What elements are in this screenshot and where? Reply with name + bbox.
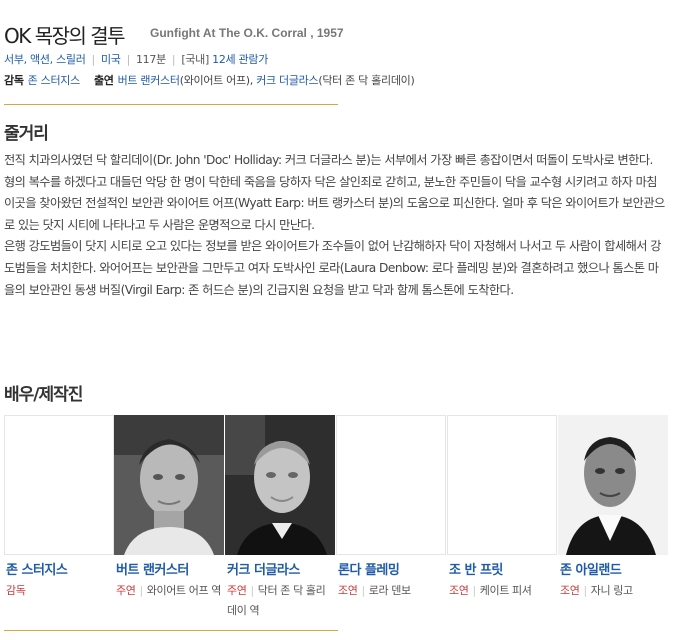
cast-card[interactable]: 론다 플레밍 조연 | 로라 덴보 xyxy=(336,415,446,627)
movie-header: OK 목장의 결투 Gunfight At The O.K. Corral , … xyxy=(4,20,669,48)
portrait-image xyxy=(114,415,224,555)
cast-role: 주연 | 와이어트 어프 역 xyxy=(116,584,222,597)
cast-photo-placeholder[interactable] xyxy=(447,415,557,555)
cast-role: 조연 | 케이트 피셔 xyxy=(449,584,532,597)
cast-label: 출연 xyxy=(93,74,114,87)
cast-role-type: 조연 xyxy=(449,584,469,597)
cast-name[interactable]: 커크 더글라스 xyxy=(227,559,300,578)
runtime: 117분 xyxy=(135,53,166,66)
cast-photo[interactable] xyxy=(225,415,335,555)
cast-card[interactable]: 버트 랜커스터 주연 | 와이어트 어프 역 xyxy=(114,415,224,627)
cast-character: 자니 링고 xyxy=(590,584,633,597)
actor-link-2[interactable]: 커크 더글라스 xyxy=(256,74,318,87)
cast-role-type: 감독 xyxy=(6,584,26,597)
original-title: Gunfight At The O.K. Corral , 1957 xyxy=(150,26,344,40)
movie-title: OK 목장의 결투 xyxy=(4,24,126,48)
actor-role-2: (닥터 존 닥 홀리데이) xyxy=(318,74,415,87)
cast-role-type: 조연 xyxy=(560,584,580,597)
divider-top xyxy=(4,104,338,105)
cast-name[interactable]: 존 아일랜드 xyxy=(560,559,622,578)
cast-name[interactable]: 존 스터지스 xyxy=(6,559,68,578)
rating-link[interactable]: 12세 관람가 xyxy=(212,53,268,66)
actor-link-1[interactable]: 버트 랜커스터 xyxy=(118,74,180,87)
cast-card[interactable]: 존 아일랜드 조연 | 자니 링고 xyxy=(558,415,668,627)
cast-character: 케이트 피셔 xyxy=(479,584,532,597)
country-link[interactable]: 미국 xyxy=(101,53,121,66)
cast-role: 조연 | 로라 덴보 xyxy=(338,584,411,597)
cast-photo-placeholder[interactable] xyxy=(4,415,114,555)
cast-photo-placeholder[interactable] xyxy=(336,415,446,555)
cast-name[interactable]: 버트 랜커스터 xyxy=(116,559,189,578)
cast-name[interactable]: 론다 플레밍 xyxy=(338,559,400,578)
genre-links[interactable]: 서부, 액션, 스릴러 xyxy=(4,53,86,66)
synopsis-paragraph-1: 전직 치과의사였던 닥 할리데이(Dr. John 'Doc' Holliday… xyxy=(4,153,665,232)
synopsis-body: 전직 치과의사였던 닥 할리데이(Dr. John 'Doc' Holliday… xyxy=(4,150,666,301)
cast-heading: 배우/제작진 xyxy=(4,385,83,405)
cast-role: 주연 | 닥터 존 닥 홀리데이 역 xyxy=(227,584,326,617)
synopsis-heading: 줄거리 xyxy=(4,124,49,144)
cast-character: 로라 덴보 xyxy=(368,584,411,597)
credits-line: 감독 존 스터지스 출연 버트 랜커스터(와이어트 어프), 커크 더글라스(닥터 존… xyxy=(4,72,415,88)
cast-role: 조연 | 자니 링고 xyxy=(560,584,633,597)
cast-photo[interactable] xyxy=(558,415,668,555)
cast-card[interactable]: 존 스터지스 감독 xyxy=(4,415,114,627)
divider-bottom xyxy=(4,630,338,631)
director-label: 감독 xyxy=(4,74,24,87)
cast-card[interactable]: 조 반 프릿 조연 | 케이트 피셔 xyxy=(447,415,557,627)
cast-grid: 존 스터지스 감독 버트 랜커스터 주연 | 와이어트 어프 역 커크 더글라스… xyxy=(4,415,672,627)
movie-meta: 서부, 액션, 스릴러 | 미국 | 117분 | [국내] 12세 관람가 xyxy=(4,53,269,66)
cast-role: 감독 xyxy=(6,581,112,601)
cast-role-type: 조연 xyxy=(338,584,358,597)
portrait-image xyxy=(558,415,668,555)
cast-role-type: 주연 xyxy=(116,584,136,597)
director-link[interactable]: 존 스터지스 xyxy=(28,74,81,87)
cast-photo[interactable] xyxy=(114,415,224,555)
cast-role-type: 주연 xyxy=(227,584,247,597)
cast-card[interactable]: 커크 더글라스 주연 | 닥터 존 닥 홀리데이 역 xyxy=(225,415,335,627)
actor-role-1: (와이어트 어프), xyxy=(179,74,257,87)
rating-prefix: [국내] xyxy=(181,53,209,66)
cast-name[interactable]: 조 반 프릿 xyxy=(449,559,503,578)
synopsis-paragraph-2: 은행 강도범들이 닷지 시티로 오고 있다는 정보를 받은 와이어트가 조수들이… xyxy=(4,239,661,297)
portrait-image xyxy=(225,415,335,555)
cast-character: 와이어트 어프 역 xyxy=(146,584,222,597)
